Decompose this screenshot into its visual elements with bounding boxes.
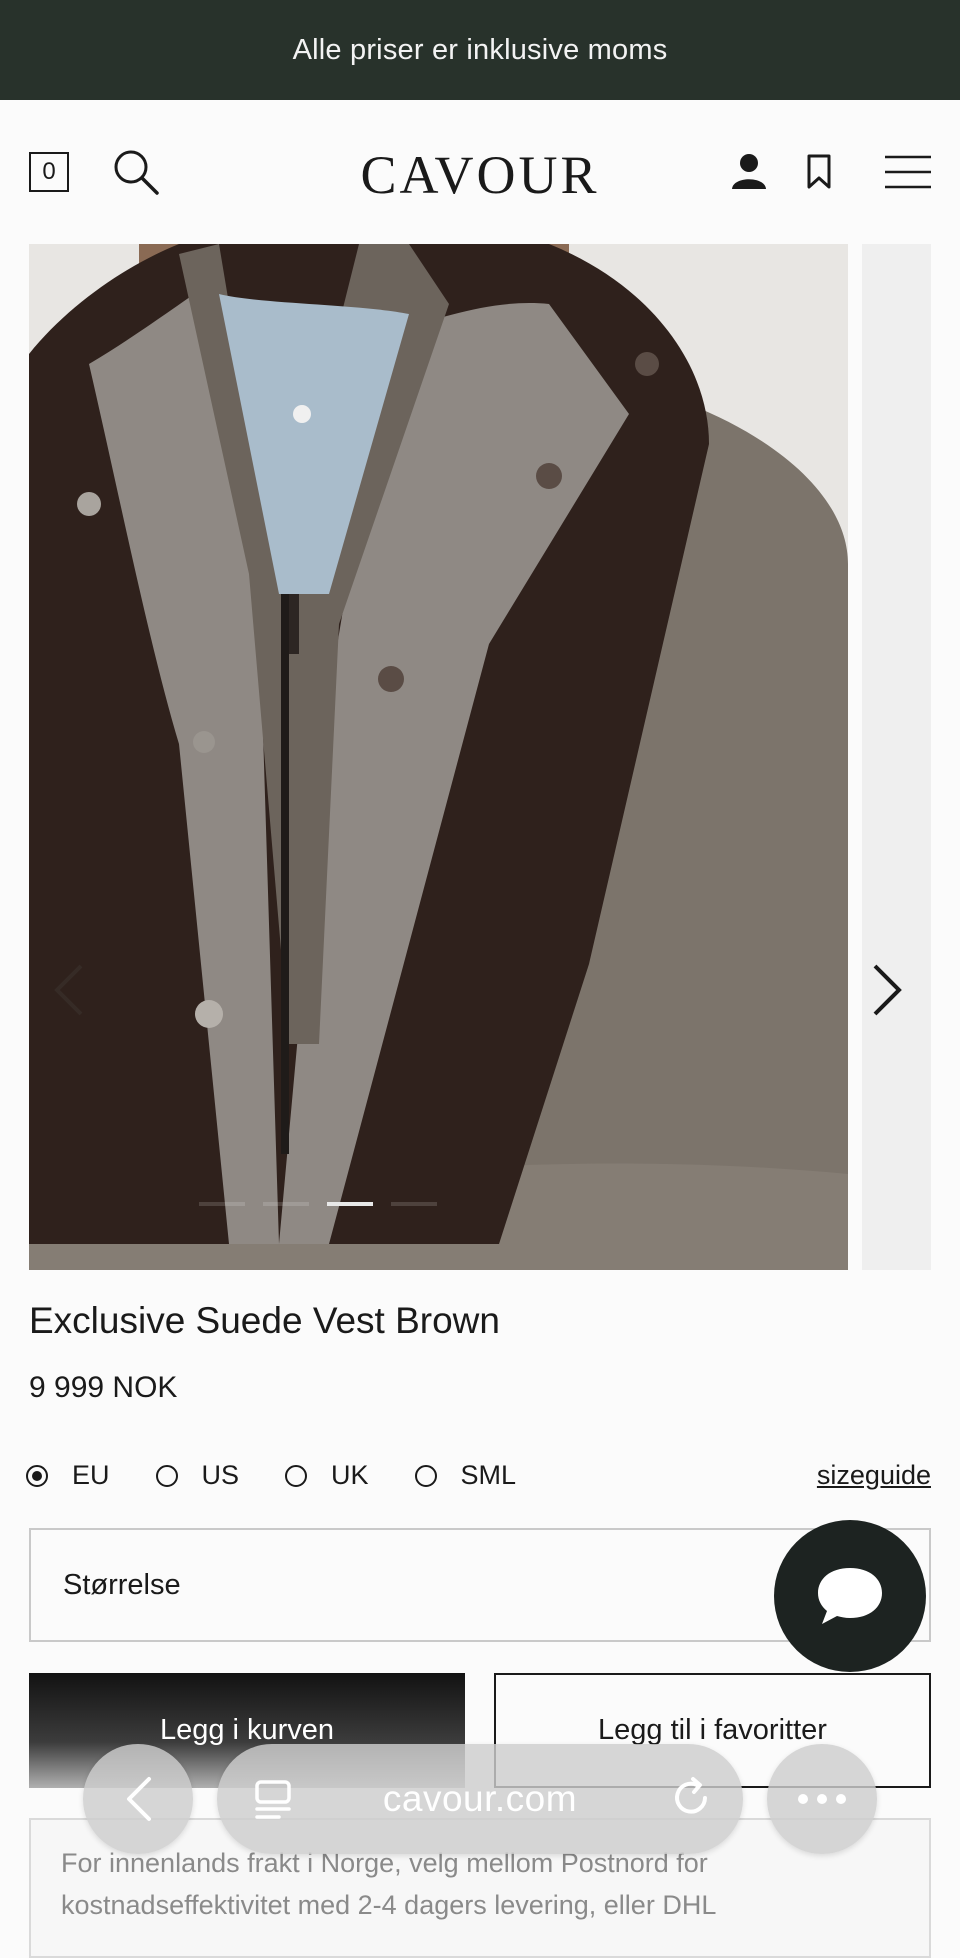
next-image-preview[interactable] — [862, 244, 931, 1270]
chevron-left-icon[interactable] — [51, 964, 87, 1021]
product-title: Exclusive Suede Vest Brown — [29, 1300, 500, 1341]
browser-more-button[interactable] — [767, 1744, 877, 1854]
url-text: cavour.com — [382, 1778, 578, 1819]
reload-icon[interactable] — [669, 1776, 713, 1825]
size-unit-us[interactable]: US — [155, 1460, 240, 1491]
gallery-dot-active[interactable] — [327, 1202, 373, 1206]
size-unit-label: EU — [72, 1460, 110, 1490]
more-icon — [798, 1794, 846, 1804]
product-price: 9 999 NOK — [29, 1371, 178, 1404]
product-gallery[interactable] — [29, 244, 931, 1270]
size-unit-label: US — [201, 1460, 240, 1490]
size-unit-label: SML — [460, 1460, 517, 1490]
gallery-dot[interactable] — [391, 1202, 437, 1206]
size-unit-selector: EU US UK SML — [26, 1460, 562, 1491]
size-unit-sml[interactable]: SML — [414, 1460, 517, 1491]
radio[interactable] — [285, 1464, 308, 1487]
chevron-right-icon[interactable] — [869, 964, 905, 1021]
radio[interactable] — [414, 1464, 437, 1487]
promo-bar: Alle priser er inklusive moms — [0, 0, 960, 100]
browser-toolbar: cavour.com — [0, 1740, 960, 1860]
site-header: 0 CAVOUR — [0, 100, 960, 244]
size-unit-label: UK — [331, 1460, 369, 1490]
gallery-dots — [199, 1202, 437, 1206]
size-select-placeholder: Størrelse — [63, 1568, 181, 1601]
promo-text: Alle priser er inklusive moms — [292, 33, 668, 66]
gallery-dot[interactable] — [199, 1202, 245, 1206]
back-icon — [127, 1777, 151, 1821]
tabs-icon[interactable] — [253, 1778, 293, 1825]
radio[interactable] — [155, 1464, 178, 1487]
gallery-dot[interactable] — [263, 1202, 309, 1206]
menu-icon[interactable] — [884, 154, 932, 195]
logo-text: CAVOUR — [360, 145, 600, 205]
size-unit-eu[interactable]: EU — [26, 1460, 110, 1491]
chat-button[interactable] — [774, 1520, 926, 1672]
size-unit-uk[interactable]: UK — [285, 1460, 369, 1491]
radio-selected[interactable] — [26, 1464, 48, 1487]
chat-icon — [818, 1568, 882, 1624]
product-image — [29, 244, 848, 1270]
browser-address-bar[interactable]: cavour.com — [217, 1744, 743, 1854]
user-icon[interactable] — [730, 152, 768, 195]
sizeguide-link[interactable]: sizeguide — [817, 1460, 931, 1491]
browser-back-button[interactable] — [83, 1744, 193, 1854]
bookmark-icon[interactable] — [806, 154, 832, 195]
